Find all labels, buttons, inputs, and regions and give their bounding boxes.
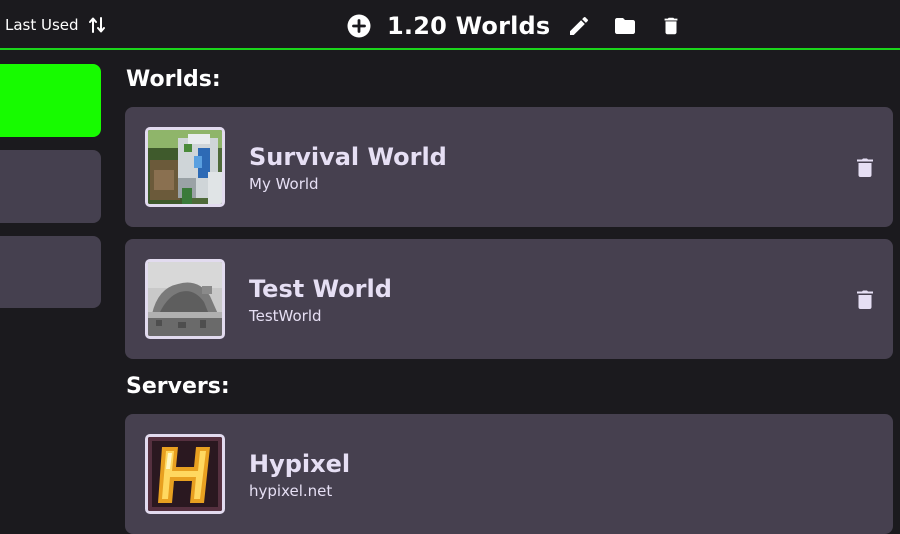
trash-icon[interactable] bbox=[857, 289, 873, 309]
server-card[interactable]: Hypixel hypixel.net bbox=[125, 414, 893, 534]
sort-button[interactable]: Last Used bbox=[5, 13, 105, 37]
test-world-thumbnail bbox=[145, 259, 225, 339]
world-card[interactable]: Test World TestWorld bbox=[125, 239, 893, 359]
hypixel-logo bbox=[145, 434, 225, 514]
sidebar-item[interactable] bbox=[0, 236, 101, 308]
world-title: Survival World bbox=[249, 143, 447, 171]
trash-icon[interactable] bbox=[658, 13, 684, 39]
top-bar: Last Used 1.20 Worlds bbox=[0, 0, 900, 50]
server-address: hypixel.net bbox=[249, 482, 333, 500]
world-title: Test World bbox=[249, 275, 392, 303]
sort-arrows-icon bbox=[88, 16, 105, 34]
page-title: 1.20 Worlds bbox=[387, 12, 551, 40]
survival-world-thumbnail bbox=[145, 127, 225, 207]
sidebar-item[interactable] bbox=[0, 150, 101, 223]
title-group: 1.20 Worlds bbox=[347, 9, 684, 43]
world-card[interactable]: Survival World My World bbox=[125, 107, 893, 227]
world-subtitle: TestWorld bbox=[249, 307, 322, 325]
folder-icon[interactable] bbox=[612, 13, 638, 39]
world-subtitle: My World bbox=[249, 175, 319, 193]
worlds-heading: Worlds: bbox=[126, 67, 221, 92]
server-title: Hypixel bbox=[249, 450, 351, 478]
plus-circle-icon[interactable] bbox=[347, 14, 371, 38]
sidebar-item-active[interactable] bbox=[0, 64, 101, 137]
sort-label: Last Used bbox=[5, 16, 79, 34]
trash-icon[interactable] bbox=[857, 157, 873, 177]
pencil-icon[interactable] bbox=[566, 13, 592, 39]
servers-heading: Servers: bbox=[126, 374, 230, 399]
